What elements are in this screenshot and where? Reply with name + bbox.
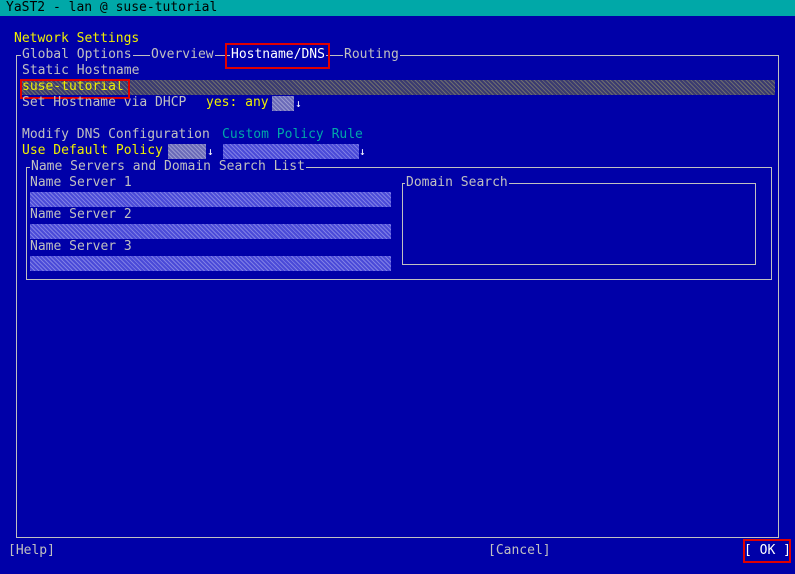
window-titlebar: YaST2 - lan @ suse-tutorial: [0, 0, 795, 16]
modify-dns-value[interactable]: Use Default Policy: [22, 143, 163, 159]
name-server-3-input[interactable]: [30, 256, 391, 271]
dhcp-dropdown-arrow-icon[interactable]: ↓: [295, 96, 302, 112]
tab-routing[interactable]: Routing: [343, 47, 400, 63]
name-server-1-label: Name Server 1: [30, 175, 132, 190]
annotation-tab-highlight: [225, 43, 330, 69]
cancel-button[interactable]: [Cancel]: [488, 543, 551, 559]
dhcp-hostname-value[interactable]: yes: any: [206, 95, 269, 111]
custom-policy-label: Custom Policy Rule: [222, 127, 363, 142]
name-servers-group-title: Name Servers and Domain Search List: [30, 159, 306, 175]
help-button[interactable]: [Help]: [8, 543, 55, 559]
modify-dns-label: Modify DNS Configuration: [22, 127, 210, 142]
dhcp-hostname-dropdown-fill[interactable]: [272, 96, 294, 111]
modify-dns-dropdown-arrow-icon[interactable]: ↓: [207, 144, 214, 160]
name-server-1-input[interactable]: [30, 192, 391, 207]
tab-overview-label: Overview: [151, 47, 214, 62]
custom-policy-dropdown-arrow-icon[interactable]: ↓: [359, 144, 366, 160]
static-hostname-label: Static Hostname: [22, 63, 140, 78]
name-server-2-label: Name Server 2: [30, 207, 132, 222]
annotation-ok-highlight: [743, 539, 791, 563]
domain-search-textarea[interactable]: [402, 183, 756, 265]
dialog-title: Network Settings: [14, 31, 140, 46]
dhcp-hostname-label: Set Hostname via DHCP: [22, 95, 187, 110]
name-server-3-label: Name Server 3: [30, 239, 132, 254]
static-hostname-field[interactable]: [22, 80, 775, 95]
custom-policy-combo[interactable]: [223, 144, 359, 159]
tab-overview[interactable]: Overview: [150, 47, 215, 63]
tab-global-options-label: Global Options: [22, 47, 132, 62]
modify-dns-dropdown-fill[interactable]: [168, 144, 206, 159]
tab-routing-label: Routing: [344, 47, 399, 62]
domain-search-label: Domain Search: [405, 175, 509, 191]
name-server-2-input[interactable]: [30, 224, 391, 239]
window-title: YaST2 - lan @ suse-tutorial: [6, 0, 218, 15]
tab-global-options[interactable]: Global Options: [21, 47, 133, 63]
